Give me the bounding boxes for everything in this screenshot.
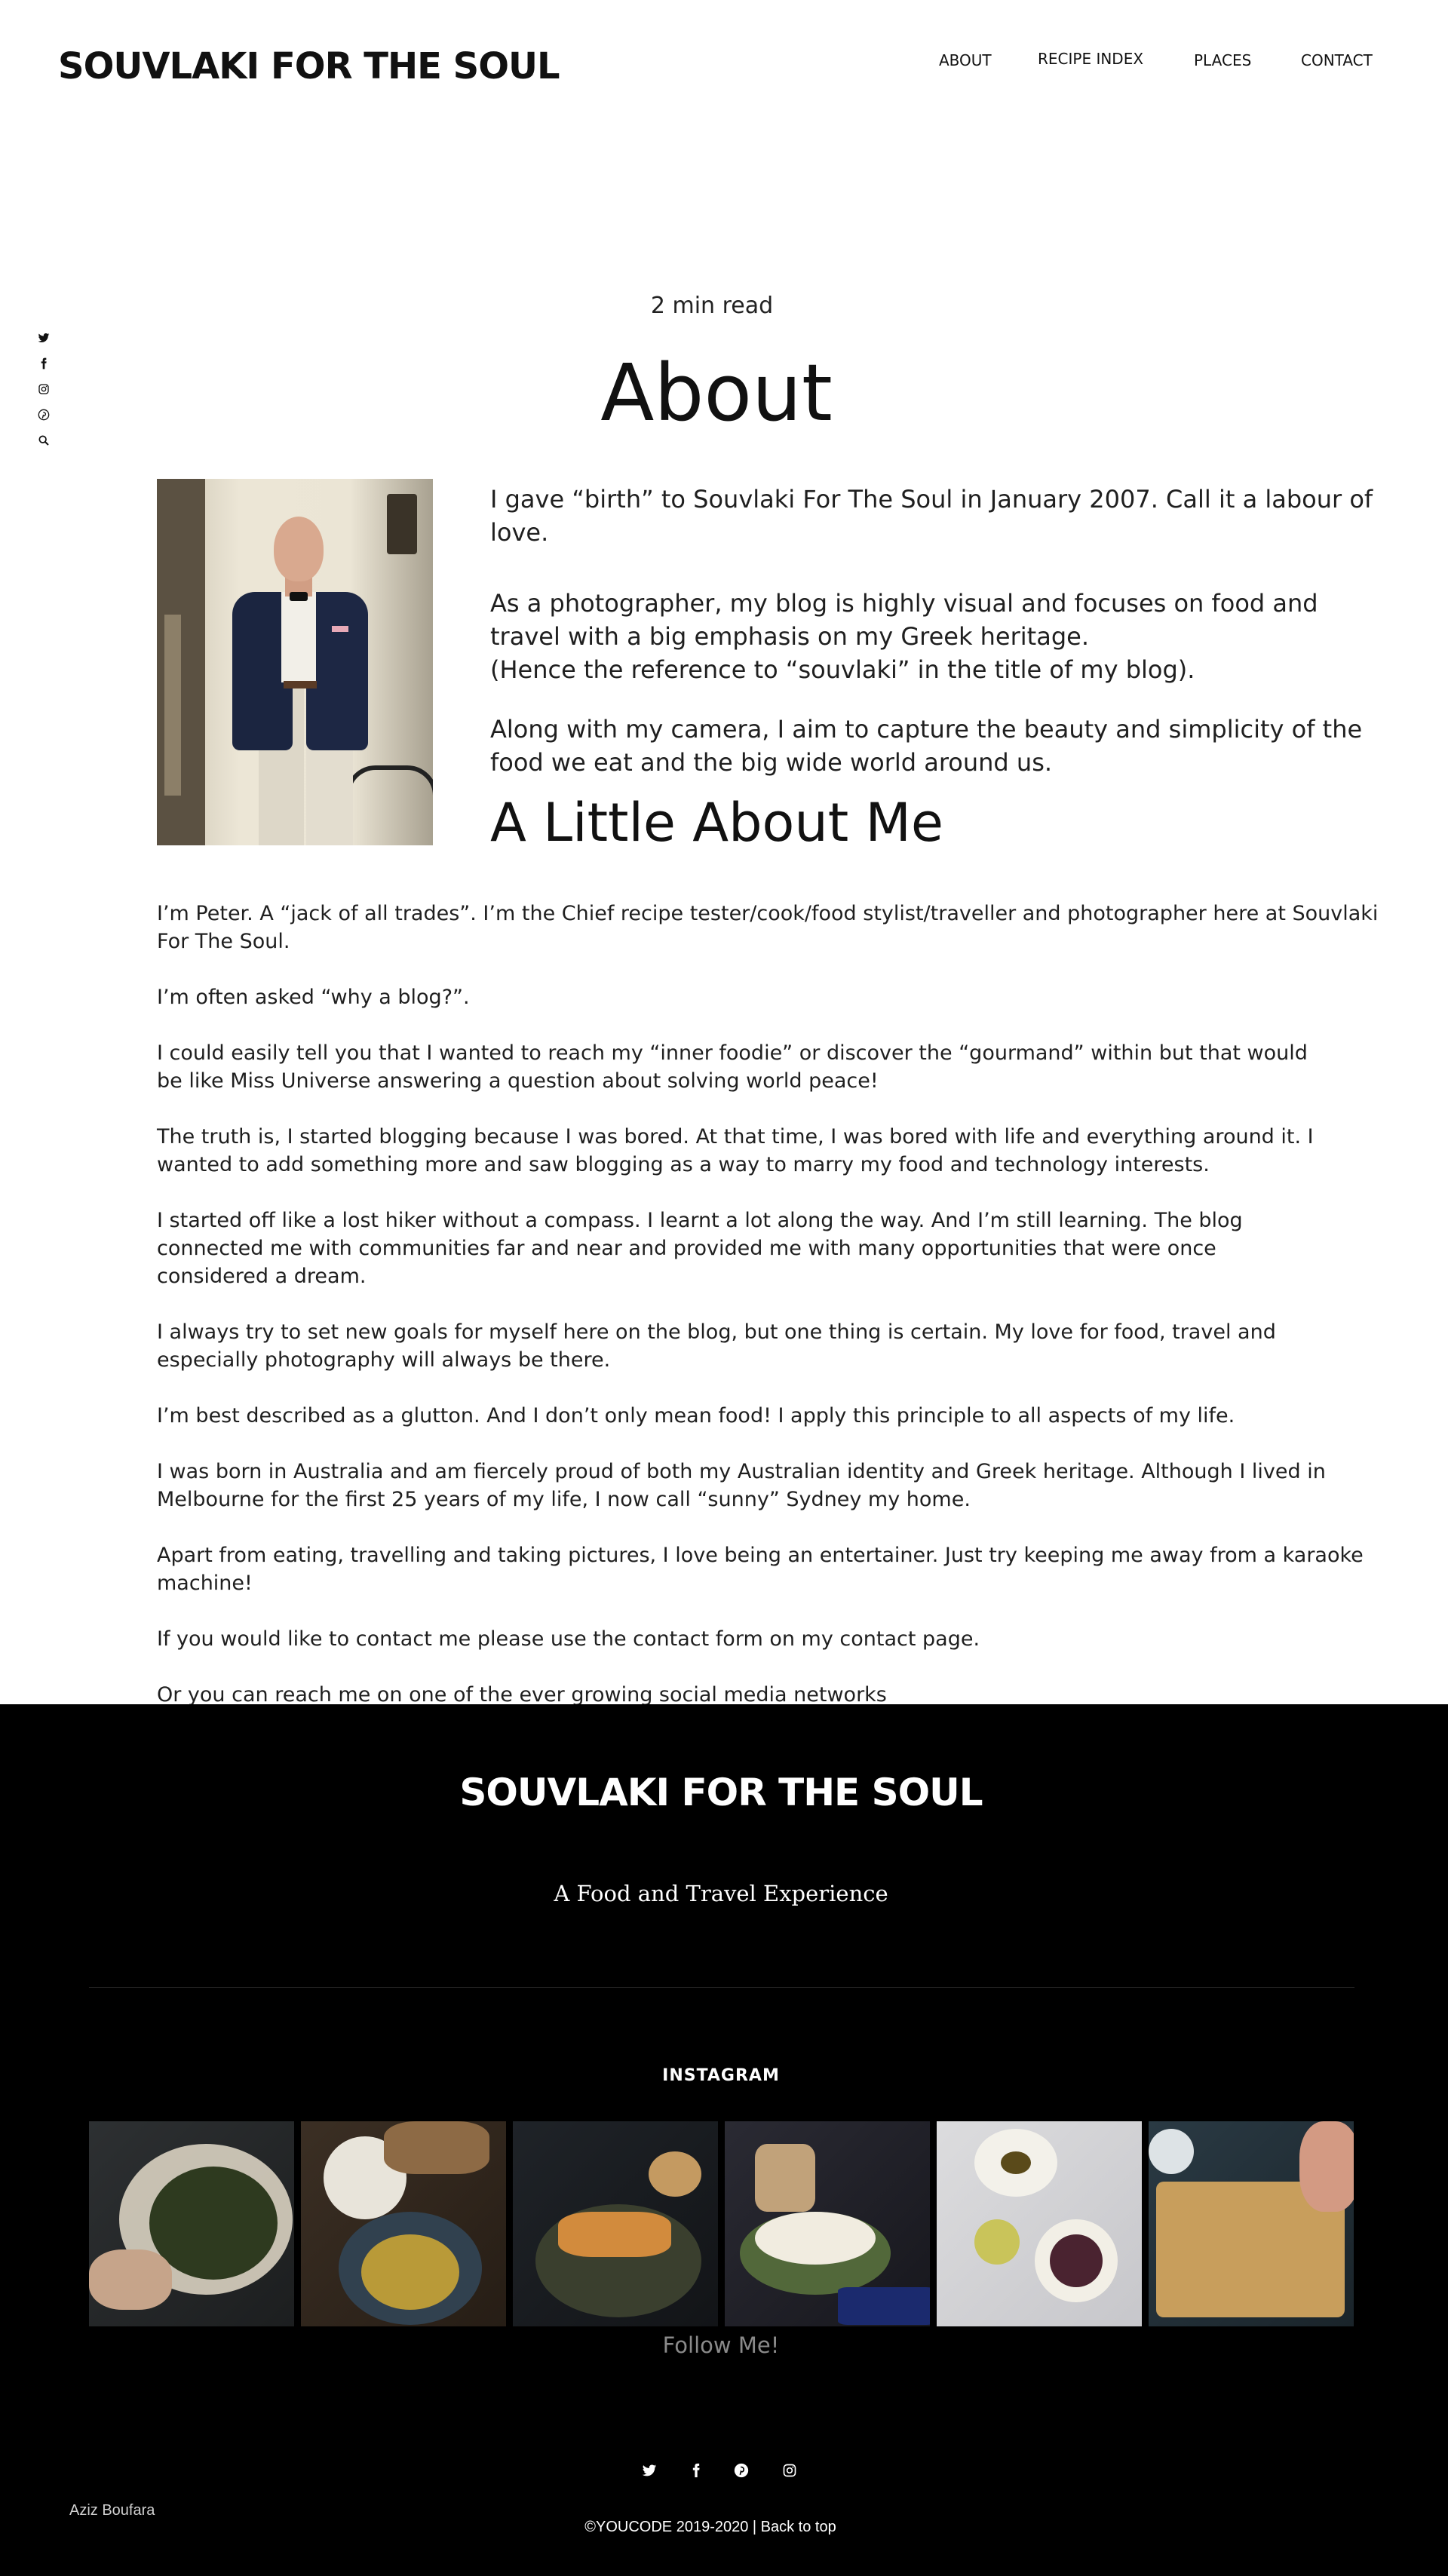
section-heading: A Little About Me <box>490 792 943 854</box>
site-logo[interactable]: SOUVLAKI FOR THE SOUL <box>58 45 560 87</box>
instagram-heading: INSTAGRAM <box>662 2066 780 2085</box>
nav-about[interactable]: ABOUT <box>939 51 992 69</box>
instagram-photo[interactable] <box>89 2121 294 2326</box>
intro-line: As a photographer, my blog is highly vis… <box>490 589 1318 651</box>
body-paragraph: I was born in Australia and am fiercely … <box>157 1460 1326 1511</box>
body-paragraph: The truth is, I started blogging because… <box>157 1125 1314 1176</box>
body-paragraph: I could easily tell you that I wanted to… <box>157 1041 1308 1093</box>
follow-me-link[interactable]: Follow Me! <box>0 2332 1442 2358</box>
pinterest-icon[interactable] <box>730 2463 753 2482</box>
back-to-top-link[interactable]: Back to top <box>761 2519 836 2535</box>
site-footer: SOUVLAKI FOR THE SOUL A Food and Travel … <box>0 1704 1448 2576</box>
instagram-photo[interactable] <box>1149 2121 1354 2326</box>
body-paragraph: If you would like to contact me please u… <box>157 1627 980 1651</box>
about-body: I’m Peter. A “jack of all trades”. I’m t… <box>157 900 1394 1737</box>
intro-text: I gave “birth” to Souvlaki For The Soul … <box>490 483 1380 805</box>
body-paragraph: I’m Peter. A “jack of all trades”. I’m t… <box>157 902 1379 953</box>
footer-social <box>638 2463 804 2486</box>
author-photo <box>157 479 433 845</box>
instagram-grid <box>89 2121 1356 2326</box>
nav-contact[interactable]: CONTACT <box>1301 51 1373 69</box>
footer-tagline: A Food and Travel Experience <box>554 1881 888 1906</box>
body-paragraph: I’m often asked “why a blog?”. <box>157 986 470 1009</box>
instagram-icon[interactable] <box>778 2463 801 2482</box>
nav-places[interactable]: PLACES <box>1194 51 1251 69</box>
page-title: About <box>600 347 833 439</box>
site-header: SOUVLAKI FOR THE SOUL ABOUT RECIPE INDEX… <box>0 0 1448 136</box>
main-nav: ABOUT RECIPE INDEX PLACES CONTACT <box>935 50 1403 80</box>
instagram-photo[interactable] <box>513 2121 718 2326</box>
intro-line: (Hence the reference to “souvlaki” in th… <box>490 655 1195 684</box>
body-paragraph: I always try to set new goals for myself… <box>157 1320 1276 1372</box>
read-time: 2 min read <box>650 293 774 319</box>
body-paragraph: I started off like a lost hiker without … <box>157 1209 1243 1288</box>
footer-logo[interactable]: SOUVLAKI FOR THE SOUL <box>0 1771 1442 1814</box>
twitter-icon[interactable] <box>638 2463 661 2482</box>
facebook-icon[interactable] <box>685 2463 707 2482</box>
nav-recipe-index[interactable]: RECIPE INDEX <box>1038 50 1143 68</box>
intro-paragraph: I gave “birth” to Souvlaki For The Soul … <box>490 485 1373 547</box>
intro-paragraph: Along with my camera, I aim to capture t… <box>490 715 1363 777</box>
body-paragraph: Apart from eating, travelling and taking… <box>157 1544 1364 1595</box>
footer-divider <box>89 1987 1354 1988</box>
instagram-photo[interactable] <box>301 2121 506 2326</box>
instagram-photo[interactable] <box>725 2121 930 2326</box>
copyright-text: ©YOUCODE 2019-2020 | <box>584 2519 761 2535</box>
copyright: ©YOUCODE 2019-2020 | Back to top <box>0 2519 1421 2536</box>
instagram-photo[interactable] <box>937 2121 1142 2326</box>
intro-paragraph: As a photographer, my blog is highly vis… <box>490 587 1380 686</box>
author-credit: Aziz Boufara <box>69 2502 155 2519</box>
body-paragraph: I’m best described as a glutton. And I d… <box>157 1404 1235 1428</box>
